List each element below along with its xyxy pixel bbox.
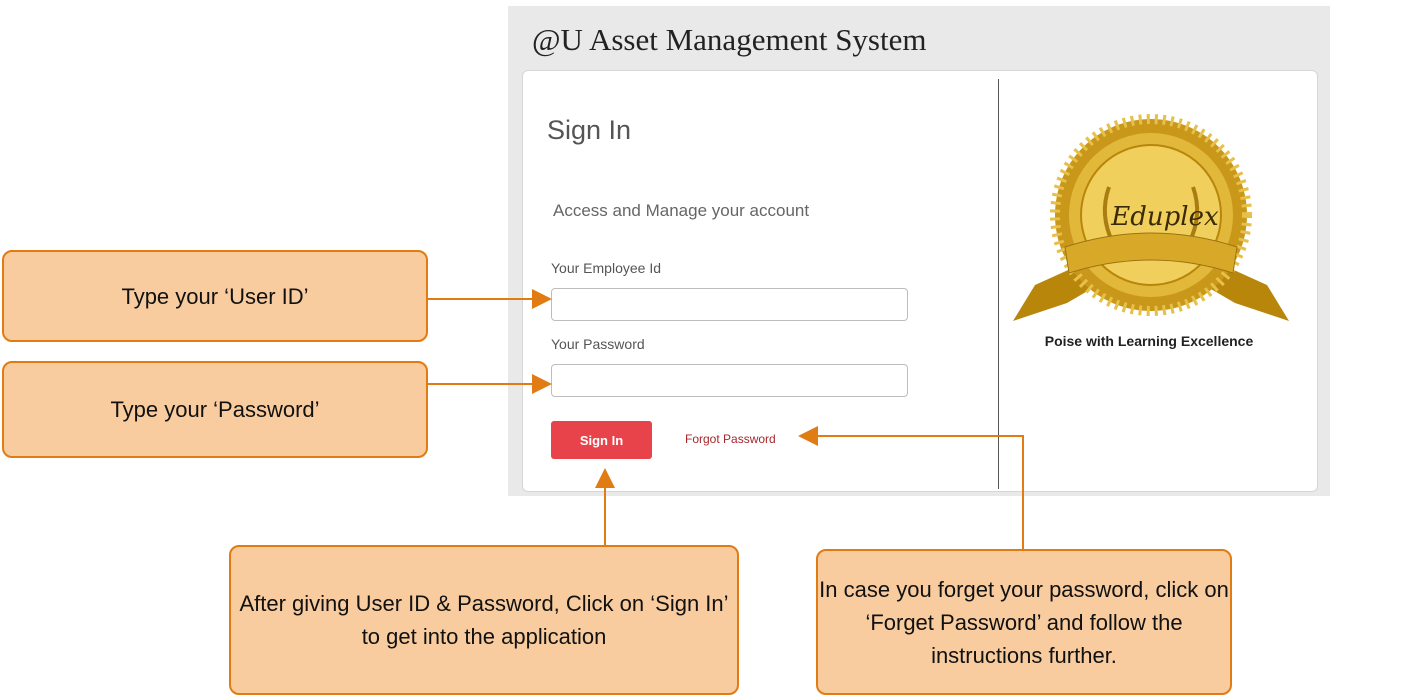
arrow-forgot	[798, 426, 1024, 549]
callout-arrows	[428, 289, 1024, 549]
